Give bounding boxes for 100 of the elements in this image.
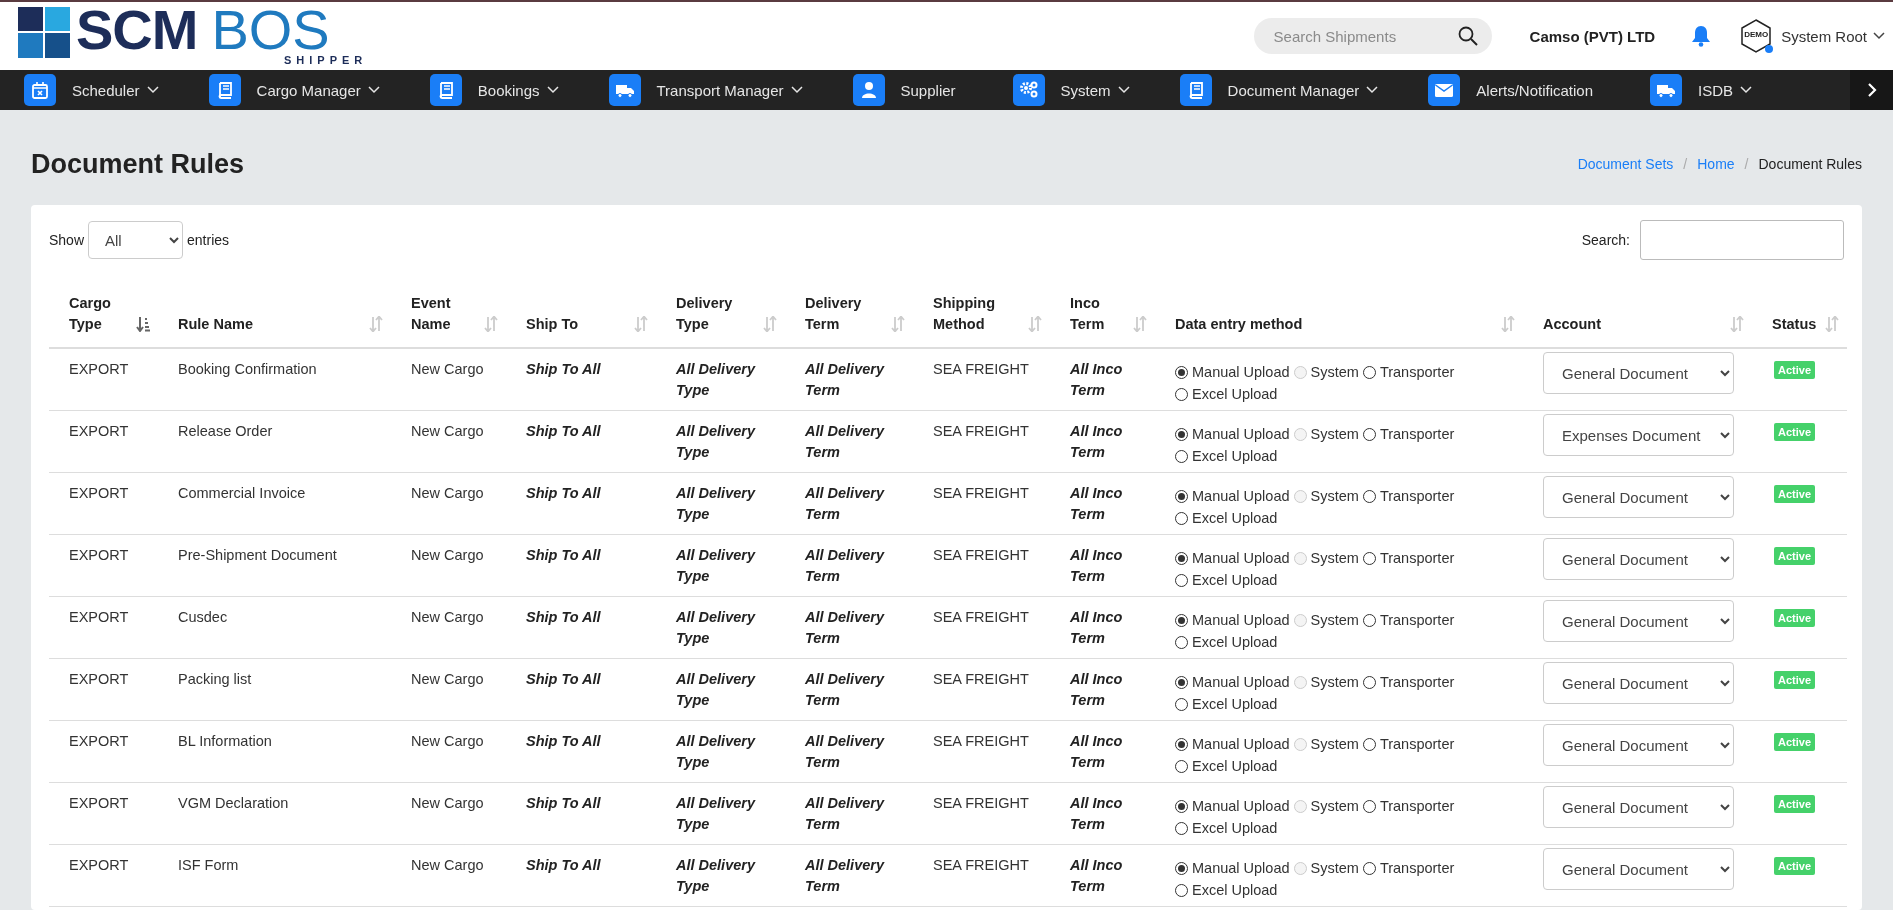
search-icon[interactable]	[1457, 26, 1478, 46]
avatar[interactable]: DEMO	[1739, 19, 1774, 53]
nav-menu-item[interactable]: System	[1012, 74, 1130, 106]
column-header[interactable]: Status	[1752, 288, 1847, 348]
column-header[interactable]: Rule Name	[158, 288, 391, 348]
account-dropdown[interactable]: General Document	[1543, 786, 1734, 828]
nav-menu-item[interactable]: Cargo Manager	[208, 74, 380, 106]
scroll-right-button[interactable]	[1850, 70, 1893, 110]
radio-button[interactable]	[1362, 799, 1376, 813]
radio-button[interactable]	[1175, 883, 1188, 897]
radio-button[interactable]	[1175, 697, 1188, 711]
radio-button[interactable]	[1175, 861, 1188, 875]
column-header[interactable]: Account	[1523, 288, 1752, 348]
account-dropdown[interactable]: General Document	[1543, 476, 1734, 518]
column-header[interactable]: Inco Term	[1050, 288, 1155, 348]
radio-button[interactable]	[1362, 489, 1376, 503]
radio-label: System	[1310, 549, 1359, 568]
radio-button[interactable]	[1175, 489, 1188, 503]
nav-menu-item[interactable]: ISDB	[1650, 74, 1753, 106]
table-cell: All Inco Term	[1050, 658, 1155, 721]
online-dot	[1765, 45, 1774, 53]
radio-button[interactable]	[1175, 387, 1188, 401]
column-header[interactable]: Cargo Type	[49, 288, 158, 348]
radio-label: Manual Upload	[1192, 735, 1290, 754]
table-cell: New Cargo	[391, 658, 506, 721]
radio-button[interactable]	[1175, 675, 1188, 689]
logo-text: SCM	[76, 6, 198, 53]
table-cell: All Delivery Type	[656, 720, 785, 783]
radio-button[interactable]	[1175, 551, 1188, 565]
nav-menu-item[interactable]: Bookings	[429, 74, 559, 106]
table-cell: EXPORT	[49, 720, 158, 783]
account-dropdown[interactable]: General Document	[1543, 600, 1734, 642]
radio-button[interactable]	[1362, 675, 1376, 689]
entries-dropdown[interactable]: All	[88, 221, 184, 259]
radio-button[interactable]	[1175, 799, 1188, 813]
radio-label: System	[1310, 673, 1359, 692]
column-header[interactable]: Ship To	[506, 288, 656, 348]
radio-button[interactable]	[1175, 511, 1188, 525]
radio-label: Excel Upload	[1192, 881, 1278, 900]
table-cell: Booking Confirmation	[158, 348, 391, 411]
search-field[interactable]: Search Shipments	[1253, 18, 1492, 54]
radio-button[interactable]	[1175, 759, 1188, 773]
nav-menu-item[interactable]: Supplier	[852, 74, 963, 106]
radio-button[interactable]	[1175, 737, 1188, 751]
radio-button[interactable]	[1362, 551, 1376, 565]
page-title: Document Rules	[31, 148, 245, 180]
table-cell: SEA FREIGHT	[913, 534, 1050, 597]
account-dropdown[interactable]: General Document	[1543, 662, 1734, 704]
table-cell: All Inco Term	[1050, 720, 1155, 783]
column-header[interactable]: Data entry method	[1155, 288, 1523, 348]
table-cell: All Inco Term	[1050, 348, 1155, 411]
table-cell: EXPORT	[49, 348, 158, 411]
table-cell: All Delivery Term	[785, 658, 913, 721]
radio-label: Transporter	[1379, 797, 1455, 816]
nav-menu-item[interactable]: Transport Manager	[608, 74, 803, 106]
account-dropdown[interactable]: General Document	[1543, 538, 1734, 580]
nav-menu-item[interactable]: Scheduler	[24, 74, 159, 106]
radio-button[interactable]	[1175, 573, 1188, 587]
column-header[interactable]: Event Name	[391, 288, 506, 348]
account-dropdown[interactable]: General Document	[1543, 848, 1734, 890]
radio-button[interactable]	[1175, 449, 1188, 463]
entries-label: entries	[187, 232, 230, 248]
radio-button[interactable]	[1175, 635, 1188, 649]
sort-ascending-icon[interactable]	[136, 316, 150, 332]
radio-button[interactable]	[1362, 861, 1376, 875]
column-header[interactable]: Delivery Type	[656, 288, 785, 348]
radio-label: Transporter	[1379, 487, 1455, 506]
account-dropdown[interactable]: General Document	[1543, 352, 1734, 394]
bell-icon[interactable]	[1691, 25, 1712, 47]
user-menu[interactable]: System Root	[1781, 27, 1885, 45]
company-name: Camso (PVT) LTD	[1529, 27, 1656, 45]
logo-text: BOS	[211, 6, 330, 53]
table-cell: SEA FREIGHT	[913, 348, 1050, 411]
account-dropdown[interactable]: Expenses Document	[1543, 414, 1734, 456]
table-cell: BL Information	[158, 720, 391, 783]
table-cell: EXPORT	[49, 658, 158, 721]
table-cell: SEA FREIGHT	[913, 782, 1050, 845]
radio-button[interactable]	[1175, 427, 1188, 441]
search-input[interactable]	[1640, 220, 1844, 260]
logo-squares-icon	[18, 6, 70, 58]
account-dropdown[interactable]: General Document	[1543, 724, 1734, 766]
radio-button[interactable]	[1362, 737, 1376, 751]
status-badge: Active	[1774, 671, 1816, 689]
nav-menu-item[interactable]: Document Manager	[1179, 74, 1379, 106]
nav-menu-item[interactable]: Alerts/Notification	[1428, 74, 1601, 106]
radio-button[interactable]	[1175, 613, 1188, 627]
radio-button[interactable]	[1362, 427, 1376, 441]
radio-label: Excel Upload	[1192, 509, 1278, 528]
radio-button[interactable]	[1175, 821, 1188, 835]
radio-label: Manual Upload	[1192, 859, 1290, 878]
radio-button[interactable]	[1362, 365, 1376, 379]
table-cell: New Cargo	[391, 720, 506, 783]
chevron-right-icon	[1866, 83, 1877, 97]
column-header[interactable]: Delivery Term	[785, 288, 913, 348]
radio-label: Manual Upload	[1192, 549, 1290, 568]
radio-button[interactable]	[1175, 365, 1188, 379]
column-header[interactable]: Shipping Method	[913, 288, 1050, 348]
table-cell: All Delivery Type	[656, 658, 785, 721]
radio-label: Transporter	[1379, 673, 1455, 692]
radio-button[interactable]	[1362, 613, 1376, 627]
